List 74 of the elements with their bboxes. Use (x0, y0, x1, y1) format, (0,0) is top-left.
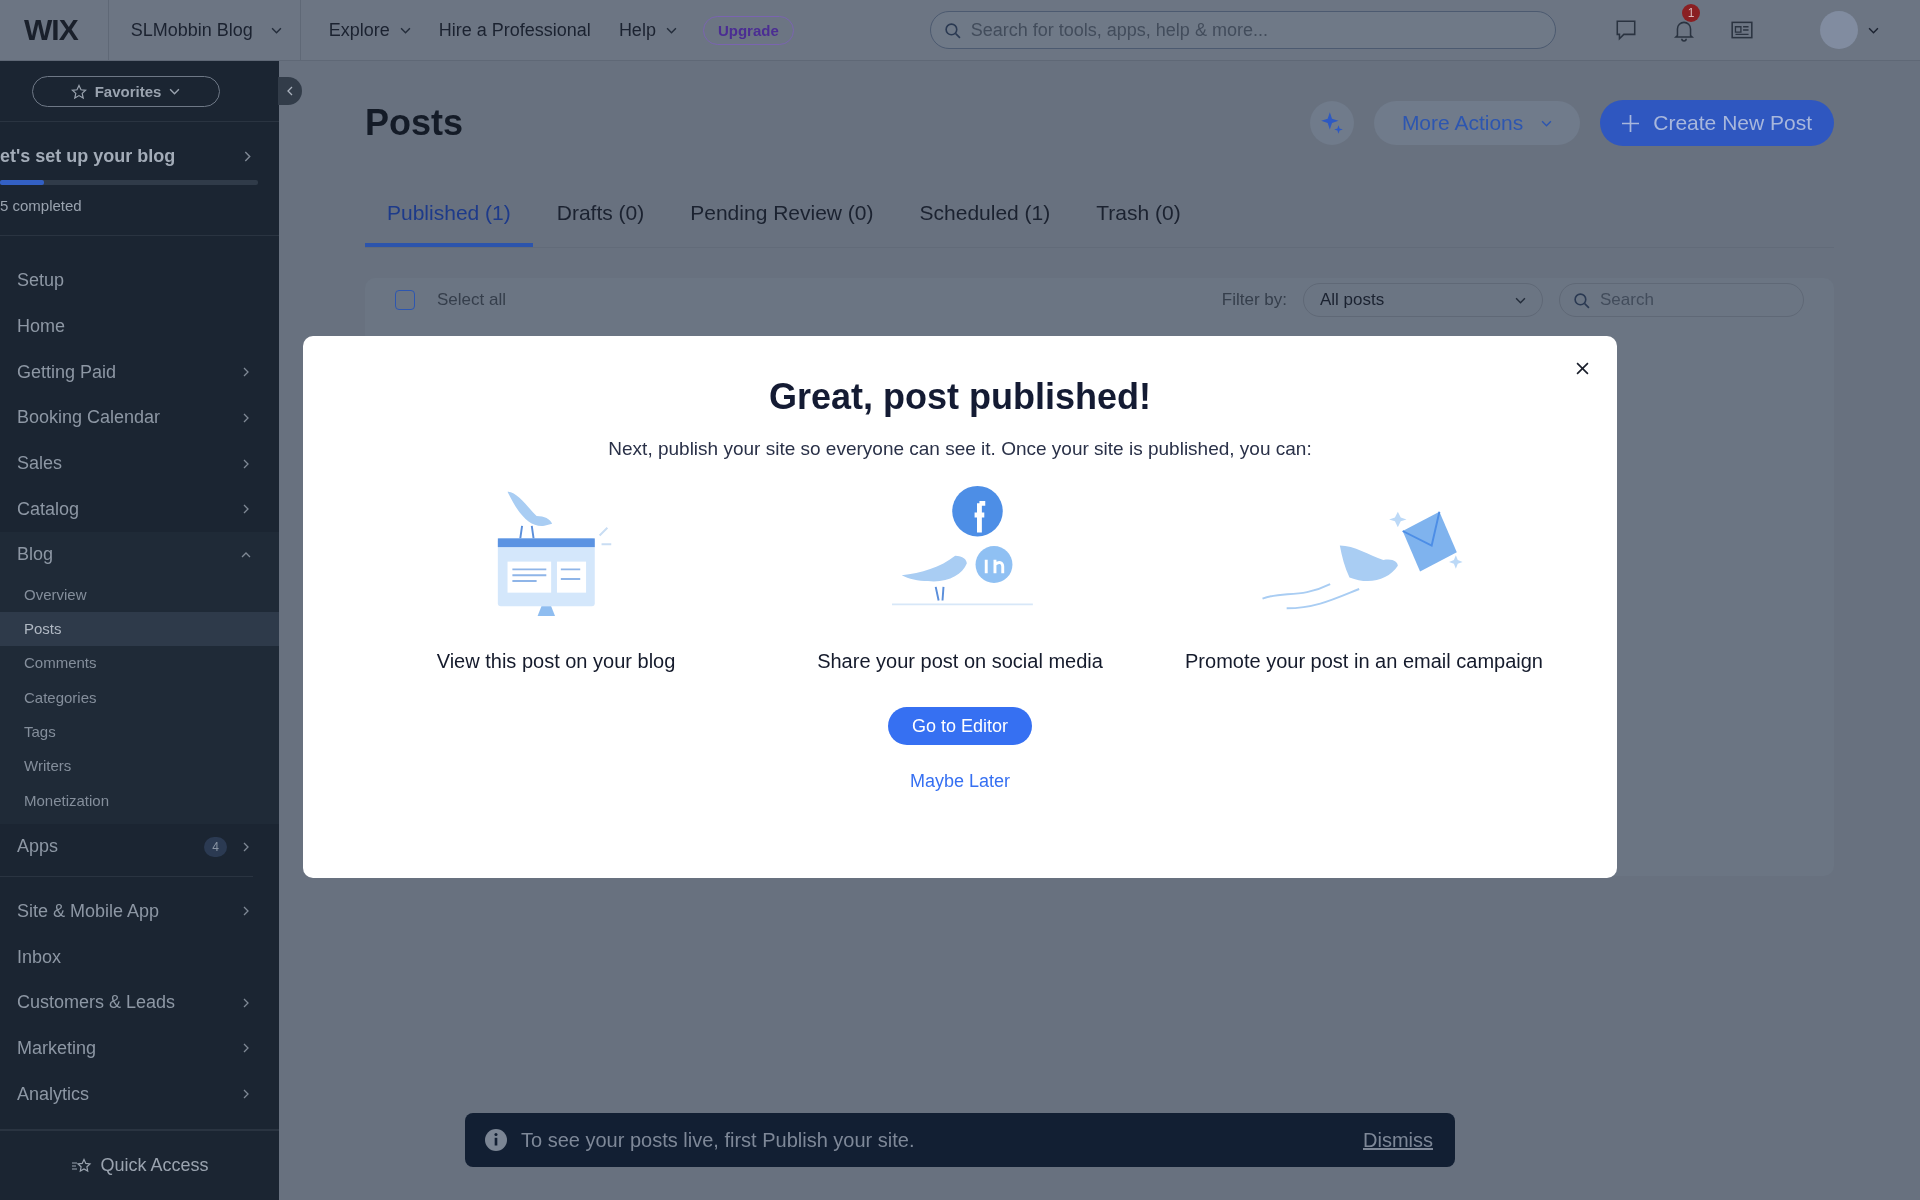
create-post-button[interactable]: Create New Post (1600, 100, 1834, 146)
dialog-title: Great, post published! (769, 376, 1151, 418)
checkbox[interactable] (395, 290, 415, 310)
sidebar-subitem[interactable]: Tags (0, 715, 279, 750)
caret-icon (1515, 296, 1526, 304)
sparkle-star-icon (70, 1157, 93, 1174)
tab[interactable]: Drafts (0) (534, 187, 667, 247)
chevron-right-icon (241, 841, 251, 852)
sidebar-item[interactable]: Getting Paid (0, 349, 253, 396)
sidebar-item[interactable]: Catalog (0, 486, 253, 533)
caret-icon (169, 88, 181, 95)
tab[interactable]: Trash (0) (1074, 187, 1203, 247)
sidebar-item[interactable]: Sales (0, 440, 253, 487)
chevron-right-icon (241, 367, 251, 378)
nav-menu[interactable]: Hire a Professional (438, 19, 591, 41)
sidebar-subitem[interactable]: Posts (0, 612, 279, 647)
chevron-right-icon (241, 504, 251, 515)
count-badge: 4 (204, 836, 227, 857)
chevron-right-icon (241, 412, 251, 423)
dialog-text: Next, publish your site so everyone can see it. Once your site is published, you can: (608, 438, 1312, 460)
setup-title[interactable]: et's set up your blog (0, 146, 176, 167)
chevron-right-icon (241, 997, 251, 1008)
filter-label: Filter by: (1221, 290, 1287, 310)
progress-text: 5 completed (0, 197, 82, 214)
sidebar-item[interactable]: Apps 4 (0, 823, 253, 870)
tab[interactable]: Pending Review (0) (668, 187, 896, 247)
info-icon (485, 1129, 507, 1151)
sidebar-item[interactable]: Site & Mobile App (0, 888, 279, 935)
close-icon[interactable] (1576, 362, 1589, 375)
sidebar-item[interactable]: Marketing (0, 1025, 279, 1072)
toast-message: To see your posts live, first Publish your site. (521, 1128, 915, 1152)
nav-menu[interactable]: Help (618, 19, 677, 41)
option-caption: Share your post on social media (817, 650, 1103, 673)
sidebar-item[interactable]: Analytics (0, 1071, 279, 1117)
chevron-right-icon (241, 1043, 251, 1054)
chevron-right-icon (241, 1089, 251, 1100)
sidebar-item[interactable]: Setup (0, 258, 253, 304)
caret-icon[interactable] (1867, 26, 1879, 34)
collapse-sidebar-button[interactable] (278, 77, 302, 105)
chevron-right-icon (241, 906, 251, 917)
sidebar-subitem[interactable]: Comments (0, 646, 279, 681)
chevron-right-icon (241, 458, 251, 469)
plus-icon (1622, 114, 1640, 132)
dismiss-link[interactable]: Dismiss (1363, 1128, 1433, 1152)
page-title: Posts (365, 102, 465, 144)
notification-badge: 1 (1681, 4, 1701, 22)
chevron-right-icon[interactable] (244, 151, 251, 162)
wix-logo[interactable]: WIX (0, 13, 108, 47)
sidebar-item[interactable]: Home (0, 303, 253, 350)
sidebar-item[interactable]: Customers & Leads (0, 979, 279, 1026)
caret-icon (1541, 119, 1553, 127)
sidebar-item[interactable]: Blog (0, 532, 253, 578)
star-icon (70, 83, 87, 100)
sidebar-subitem[interactable]: Monetization (0, 783, 279, 818)
caret-icon (270, 26, 282, 34)
sidebar-subitem[interactable]: Overview (0, 577, 279, 613)
caret-icon (665, 26, 677, 34)
tab[interactable]: Scheduled (1) (897, 187, 1073, 247)
sidebar-subitem[interactable]: Writers (0, 749, 279, 784)
quick-access-button[interactable]: Quick Access (70, 1155, 209, 1176)
nav-menu[interactable]: Explore (328, 19, 411, 41)
sidebar-item[interactable]: Inbox (0, 934, 279, 980)
select-all-label: Select all (437, 290, 506, 310)
sidebar-subitem[interactable]: Categories (0, 680, 279, 715)
option-caption: Promote your post in an email campaign (1185, 650, 1543, 673)
ai-sparkle-button[interactable] (1309, 101, 1354, 145)
go-to-editor-button[interactable]: Go to Editor (887, 707, 1032, 745)
site-selector[interactable]: SLMobbin Blog (107, 0, 301, 61)
search-icon (1573, 292, 1590, 309)
chevron-left-icon (287, 86, 293, 96)
sidebar-item[interactable]: Booking Calendar (0, 395, 253, 441)
maybe-later-link[interactable]: Maybe Later (909, 771, 1011, 792)
caret-icon (399, 26, 411, 34)
option-caption: View this post on your blog (436, 650, 676, 673)
